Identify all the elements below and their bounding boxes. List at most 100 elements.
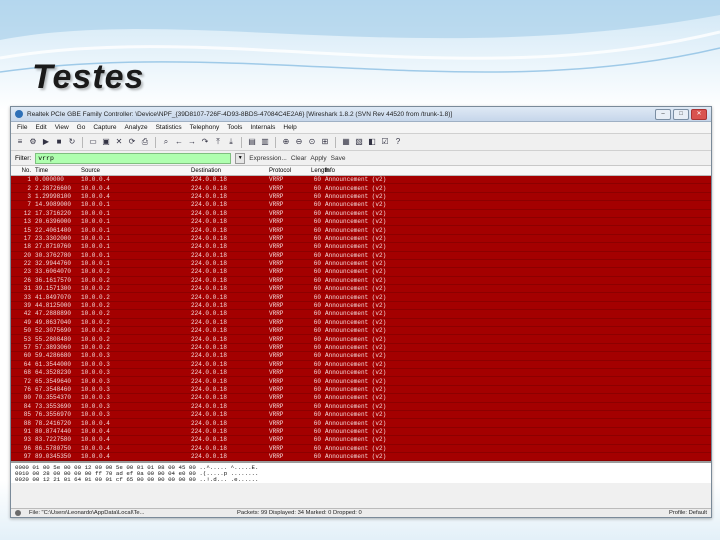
packet-bytes-pane[interactable]: 0000 01 00 5e 00 00 12 00 00 5e 00 01 01… xyxy=(11,463,711,483)
table-row[interactable]: 76 67.3548460 10.0.0.3 224.0.0.18 VRRP 60 Anno… xyxy=(11,385,711,395)
menu-analyze[interactable]: Analyze xyxy=(124,124,147,131)
restart-icon[interactable]: ↻ xyxy=(67,137,77,147)
table-row[interactable]: 1 0.000000 10.0.0.4 224.0.0.18 VRRP 60 Announc… xyxy=(11,176,711,185)
column-header-protocol[interactable]: Protocol xyxy=(267,168,309,174)
table-row[interactable]: 80 70.3554370 10.0.0.3 224.0.0.18 VRRP 60 Anno… xyxy=(11,394,711,403)
find-icon[interactable]: ⌕ xyxy=(161,137,171,147)
reload-icon[interactable]: ⟳ xyxy=(127,137,137,147)
forward-icon[interactable]: → xyxy=(187,137,197,147)
table-row[interactable]: 53 55.2808480 10.0.0.2 224.0.0.18 VRRP 60 Anno… xyxy=(11,335,711,344)
menu-view[interactable]: View xyxy=(55,124,69,131)
table-row[interactable]: 60 59.4286680 10.0.0.3 224.0.0.18 VRRP 60 Anno… xyxy=(11,352,711,361)
resize-icon[interactable]: ⊞ xyxy=(320,137,330,147)
filter-apply-button[interactable]: Apply xyxy=(310,155,326,162)
help-icon[interactable]: ? xyxy=(393,137,403,147)
stop-icon[interactable]: ■ xyxy=(54,137,64,147)
table-row[interactable]: 64 61.3544000 10.0.0.3 224.0.0.18 VRRP 60 Anno… xyxy=(11,360,711,369)
menu-tools[interactable]: Tools xyxy=(227,124,242,131)
menu-file[interactable]: File xyxy=(17,124,27,131)
bottom-icon[interactable]: ⤓ xyxy=(226,137,236,147)
column-header-length[interactable]: Length xyxy=(309,168,329,174)
column-header-info[interactable]: Info xyxy=(323,168,711,174)
print-icon[interactable]: ⎙ xyxy=(140,137,150,147)
table-row[interactable]: 2 2.28726600 10.0.0.4 224.0.0.18 VRRP 60 Annou… xyxy=(11,184,711,193)
table-row[interactable]: 15 22.4061400 10.0.0.1 224.0.0.18 VRRP 60 Anno… xyxy=(11,226,711,235)
cell-no: 53 xyxy=(23,335,31,343)
cell-destination: 224.0.0.18 xyxy=(191,276,228,284)
table-row[interactable]: 22 32.9944760 10.0.0.1 224.0.0.18 VRRP 60 Anno… xyxy=(11,259,711,269)
column-header-time[interactable]: Time xyxy=(33,168,79,174)
table-row[interactable]: 50 52.3075690 10.0.0.2 224.0.0.18 VRRP 60 Anno… xyxy=(11,327,711,336)
filter-expression-button[interactable]: Expression... xyxy=(249,155,287,162)
menu-help[interactable]: Help xyxy=(283,124,296,131)
status-profile[interactable]: Profile: Default xyxy=(669,510,707,516)
table-row[interactable]: 72 65.3549640 10.0.0.3 224.0.0.18 VRRP 60 Anno… xyxy=(11,377,711,386)
open-icon[interactable]: ▭ xyxy=(88,137,98,147)
minimize-button[interactable]: – xyxy=(655,108,671,120)
table-row[interactable]: 96 86.5780750 10.0.0.4 224.0.0.18 VRRP 60 Anno… xyxy=(11,444,711,453)
table-row[interactable]: 31 39.1571300 10.0.0.2 224.0.0.18 VRRP 60 Anno… xyxy=(11,285,711,294)
table-row[interactable]: 39 44.8125000 10.0.0.2 224.0.0.18 VRRP 60 Anno… xyxy=(11,301,711,311)
table-row[interactable]: 88 78.2416720 10.0.0.4 224.0.0.18 VRRP 60 Anno… xyxy=(11,419,711,428)
table-row[interactable]: 49 49.8637040 10.0.0.2 224.0.0.18 VRRP 60 Anno… xyxy=(11,318,711,328)
back-icon[interactable]: ← xyxy=(174,137,184,147)
autoscroll-icon[interactable]: ▥ xyxy=(260,137,270,147)
filter-save-button[interactable]: Save xyxy=(331,155,346,162)
cell-length: 60 xyxy=(313,310,321,318)
list-icon[interactable]: ≡ xyxy=(15,137,25,147)
capture-filter-icon[interactable]: ▦ xyxy=(341,137,351,147)
table-row[interactable]: 13 20.6396000 10.0.0.1 224.0.0.18 VRRP 60 Anno… xyxy=(11,217,711,227)
goto-icon[interactable]: ↷ xyxy=(200,137,210,147)
zoom-in-icon[interactable]: ⊕ xyxy=(281,137,291,147)
window-titlebar[interactable]: Realtek PCIe GBE Family Controller: \Dev… xyxy=(11,107,711,122)
table-row[interactable]: 85 76.3556970 10.0.0.3 224.0.0.18 VRRP 60 Anno… xyxy=(11,410,711,420)
cell-time: 36.1617570 xyxy=(35,276,72,284)
table-row[interactable]: 33 41.8497070 10.0.0.2 224.0.0.18 VRRP 60 Anno… xyxy=(11,293,711,302)
table-row[interactable]: 57 57.3893060 10.0.0.2 224.0.0.18 VRRP 60 Anno… xyxy=(11,343,711,353)
colorize-icon[interactable]: ▤ xyxy=(247,137,257,147)
menu-internals[interactable]: Internals xyxy=(250,124,275,131)
table-row[interactable]: 84 73.3553690 10.0.0.3 224.0.0.18 VRRP 60 Anno… xyxy=(11,402,711,411)
table-row[interactable]: 42 47.2888890 10.0.0.2 224.0.0.18 VRRP 60 Anno… xyxy=(11,310,711,319)
zoom-normal-icon[interactable]: ⊙ xyxy=(307,137,317,147)
gear-icon[interactable]: ⚙ xyxy=(28,137,38,147)
menu-edit[interactable]: Edit xyxy=(35,124,46,131)
prefs-icon[interactable]: ☑ xyxy=(380,137,390,147)
expert-info-icon[interactable] xyxy=(15,510,21,516)
table-row[interactable]: 7 14.9089000 10.0.0.1 224.0.0.18 VRRP 60 Annou… xyxy=(11,201,711,210)
coloring-icon[interactable]: ◧ xyxy=(367,137,377,147)
play-icon[interactable]: ▶ xyxy=(41,137,51,147)
table-row[interactable]: 97 89.0345350 10.0.0.4 224.0.0.18 VRRP 60 Anno… xyxy=(11,452,711,461)
packet-list[interactable]: 1 0.000000 10.0.0.4 224.0.0.18 VRRP 60 Announc… xyxy=(11,176,711,463)
cell-length: 60 xyxy=(313,285,321,293)
table-row[interactable]: 23 33.6064070 10.0.0.2 224.0.0.18 VRRP 60 Anno… xyxy=(11,268,711,277)
table-row[interactable]: 93 83.7227580 10.0.0.4 224.0.0.18 VRRP 60 Anno… xyxy=(11,436,711,445)
menu-statistics[interactable]: Statistics xyxy=(156,124,182,131)
table-row[interactable]: 18 27.8710760 10.0.0.1 224.0.0.18 VRRP 60 Anno… xyxy=(11,243,711,252)
filter-clear-button[interactable]: Clear xyxy=(291,155,307,162)
table-row[interactable]: 20 30.3762780 10.0.0.1 224.0.0.18 VRRP 60 Anno… xyxy=(11,251,711,260)
close-button[interactable]: ✕ xyxy=(691,108,707,120)
menu-go[interactable]: Go xyxy=(77,124,86,131)
save-icon[interactable]: ▣ xyxy=(101,137,111,147)
table-row[interactable]: 17 23.3302000 10.0.0.1 224.0.0.18 VRRP 60 Anno… xyxy=(11,234,711,244)
maximize-button[interactable]: □ xyxy=(673,108,689,120)
menu-capture[interactable]: Capture xyxy=(93,124,116,131)
filter-label: Filter: xyxy=(15,154,32,162)
close-icon[interactable]: ✕ xyxy=(114,137,124,147)
table-row[interactable]: 12 17.3716220 10.0.0.1 224.0.0.18 VRRP 60 Anno… xyxy=(11,209,711,218)
table-row[interactable]: 26 36.1617570 10.0.0.2 224.0.0.18 VRRP 60 Anno… xyxy=(11,276,711,286)
filter-input[interactable]: vrrp xyxy=(35,152,232,164)
table-row[interactable]: 68 64.3528230 10.0.0.3 224.0.0.18 VRRP 60 Anno… xyxy=(11,368,711,378)
table-row[interactable]: 3 1.29998100 10.0.0.4 224.0.0.18 VRRP 60 Annou… xyxy=(11,192,711,202)
top-icon[interactable]: ⤒ xyxy=(213,137,223,147)
column-header-destination[interactable]: Destination xyxy=(189,168,267,174)
table-row[interactable]: 91 80.8747440 10.0.0.4 224.0.0.18 VRRP 60 Anno… xyxy=(11,427,711,437)
menu-telephony[interactable]: Telephony xyxy=(190,124,220,131)
column-header-source[interactable]: Source xyxy=(79,168,189,174)
display-filter-icon[interactable]: ▧ xyxy=(354,137,364,147)
chevron-down-icon[interactable]: ▼ xyxy=(235,152,246,164)
cell-no: 96 xyxy=(23,444,31,452)
zoom-out-icon[interactable]: ⊖ xyxy=(294,137,304,147)
column-header-no[interactable]: No. xyxy=(11,168,33,174)
